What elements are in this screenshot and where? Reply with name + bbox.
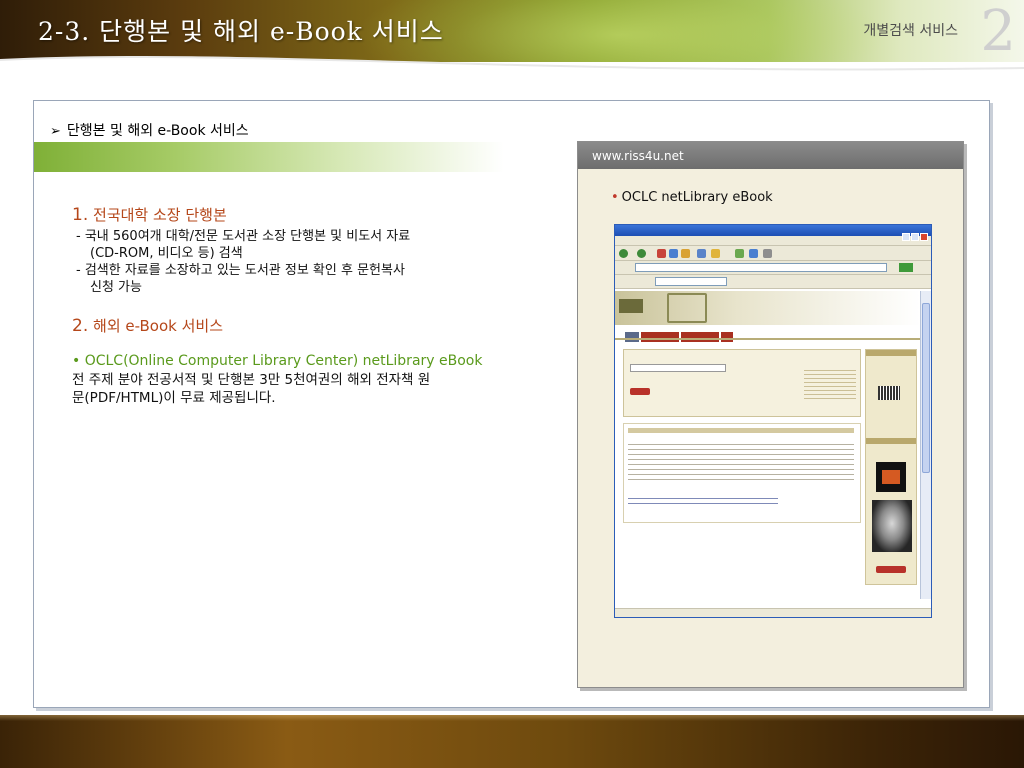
search-icon (697, 249, 706, 258)
panel-bullet-text: OCLC netLibrary eBook (621, 190, 773, 205)
welcome-links (628, 498, 778, 504)
section-2-desc-line: 전 주제 분야 전공서적 및 단행본 3만 5천여권의 해외 전자책 원 (72, 372, 431, 388)
site-tab (681, 332, 719, 342)
site-emblem (667, 293, 707, 323)
maximize-icon (911, 233, 919, 241)
content-heading: ➢ 단행본 및 해외 e-Book 서비스 (50, 120, 249, 140)
site-tabs (625, 327, 735, 342)
section-1-title-text: 전국대학 소장 단행본 (93, 206, 227, 224)
browser-menubar (615, 236, 931, 246)
window-buttons (901, 226, 928, 245)
section-2-title: 2. 해외 e-Book 서비스 (72, 315, 223, 336)
site-welcome-box (623, 423, 861, 523)
site-search-box (623, 349, 861, 417)
site-search-button (630, 388, 650, 395)
welcome-text (628, 444, 854, 484)
minimize-icon (902, 233, 910, 241)
author-photo (872, 500, 912, 552)
site-search-input (630, 364, 726, 372)
section-1-line: (CD-ROM, 비디오 등) 검색 (90, 246, 243, 261)
browser-links-bar (615, 275, 931, 289)
content-heading-text: 단행본 및 해외 e-Book 서비스 (66, 123, 249, 139)
site-search-help (804, 370, 856, 400)
header-swoosh (0, 55, 1024, 90)
section-1-line: - 검색한 자료를 소장하고 있는 도서관 정보 확인 후 문헌복사 (76, 263, 405, 278)
history-icon (735, 249, 744, 258)
section-subtitle: 개별검색 서비스 (863, 23, 958, 39)
site-logo (619, 299, 643, 313)
back-icon (619, 249, 628, 258)
book-cover-icon (876, 462, 906, 492)
site-tab (641, 332, 679, 342)
refresh-icon (669, 249, 678, 258)
print-icon (763, 249, 772, 258)
scrollbar-thumb (922, 303, 930, 473)
webpage-content (615, 291, 921, 599)
welcome-header (628, 428, 854, 433)
site-divider (615, 338, 921, 340)
screenshot-panel: www.riss4u.net • OCLC netLibrary eBook (577, 141, 964, 688)
section-2-title-text: 해외 e-Book 서비스 (93, 317, 223, 335)
address-input (635, 263, 887, 272)
site-banner (615, 291, 921, 325)
arrow-bullet-icon: ➢ (50, 124, 61, 139)
section-2-desc-line: 문(PDF/HTML)이 무료 제공됩니다. (72, 390, 276, 406)
browser-address-bar (615, 261, 931, 275)
site-tab (721, 332, 733, 342)
panel-bullet: • OCLC netLibrary eBook (611, 190, 773, 205)
site-sidebar (865, 349, 917, 585)
section-1-line: - 국내 560여개 대학/전문 도서관 소장 단행본 및 비도서 자료 (76, 229, 411, 244)
sidebar-button (876, 566, 906, 573)
home-icon (681, 249, 690, 258)
browser-scrollbar (920, 291, 931, 599)
browser-screenshot (614, 224, 932, 618)
favorites-icon (711, 249, 720, 258)
slide-footer (0, 715, 1024, 768)
stop-icon (657, 249, 666, 258)
site-tab (625, 332, 639, 342)
heading-green-bar (34, 142, 504, 172)
go-button (899, 263, 913, 272)
browser-statusbar (615, 608, 931, 617)
forward-icon (637, 249, 646, 258)
section-1-line: 신청 가능 (90, 280, 142, 295)
section-1-title: 1. 전국대학 소장 단행본 (72, 204, 227, 225)
sidebar-header-2 (866, 438, 916, 444)
panel-header: www.riss4u.net (578, 142, 963, 169)
footer-highlight (0, 715, 1024, 721)
oclc-bullet: • OCLC(Online Computer Library Center) n… (72, 353, 483, 369)
toolbar-search-input (655, 277, 727, 286)
browser-titlebar (615, 225, 931, 241)
slide-title: 2-3. 단행본 및 해외 e-Book 서비스 (38, 17, 444, 46)
oclc-logo-icon (878, 386, 900, 400)
mail-icon (749, 249, 758, 258)
section-2-number: 2. (72, 316, 89, 336)
sidebar-header (866, 350, 916, 356)
browser-toolbar (615, 246, 931, 261)
section-1-number: 1. (72, 205, 89, 225)
bullet-dot-icon: • (611, 190, 619, 205)
close-icon (920, 233, 928, 241)
